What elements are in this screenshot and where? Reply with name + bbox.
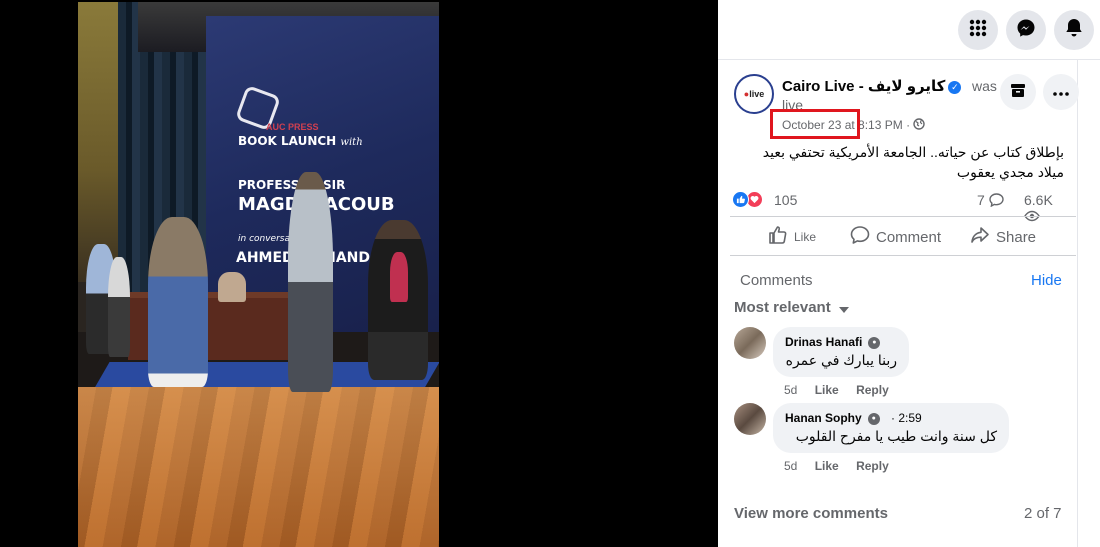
notifications-bell-icon [1065,18,1083,43]
top-bar [718,0,1100,60]
share-button[interactable]: Share [970,225,1036,249]
share-icon [970,225,990,249]
comments-label: Comments [740,272,813,289]
menu-grid-icon [968,18,988,43]
post-panel: ●live Cairo Live - كايرو لايف ✓ was live … [718,0,1100,547]
video-person [148,217,208,387]
messenger-icon [1016,18,1036,43]
hide-comments-link[interactable]: Hide [1031,272,1062,289]
like-button[interactable]: Like [768,225,816,248]
was-live-text: was [972,78,997,94]
comment-bubble-icon [988,193,1004,210]
comment-bubble: Drinas Hanafi ● ربنا يبارك في عمره [773,327,909,377]
notifications-button[interactable] [1054,10,1094,50]
video-person [288,172,333,392]
caret-down-icon [838,300,849,317]
commenter-avatar[interactable] [734,327,766,359]
banner-line1: BOOK LAUNCH with [238,134,363,148]
reactions-row: 105 7 6.6K [732,188,1068,222]
video-person [218,272,246,302]
like-reaction-icon[interactable] [732,191,749,208]
verified-badge-icon: ✓ [948,80,962,94]
comment-text: ربنا يبارك في عمره [785,352,897,368]
post-text: بإطلاق كتاب عن حياته.. الجامعة الأمريكية… [762,144,1064,180]
page-avatar[interactable]: ●live [734,74,774,114]
video-person [390,252,408,302]
comment-age[interactable]: 5d [784,459,797,473]
commenter-name[interactable]: Drinas Hanafi ● [785,335,897,349]
more-options-icon [1053,83,1069,101]
reaction-count[interactable]: 105 [774,192,797,208]
logo-text: AUC PRESS [266,122,319,132]
comment-meta: 5d Like Reply [784,383,903,397]
commenter-avatar[interactable] [734,403,766,435]
comment-sort-dropdown[interactable]: Most relevant [734,299,849,317]
comment-like-button[interactable]: Like [815,383,839,397]
thumbs-up-icon [768,225,788,248]
comment-meta: 5d Like Reply [784,459,903,473]
messenger-button[interactable] [1006,10,1046,50]
video-person [108,257,130,357]
panel-divider [1077,60,1078,547]
globe-icon [913,118,926,133]
comment-button[interactable]: Comment [850,225,941,249]
comment-age[interactable]: 5d [784,383,797,397]
video-player[interactable]: AUC PRESS BOOK LAUNCH with PROFESSOR SIR… [0,0,718,547]
video-frame[interactable]: AUC PRESS BOOK LAUNCH with PROFESSOR SIR… [78,2,439,547]
comment-reply-button[interactable]: Reply [856,459,889,473]
comment-video-timestamp[interactable]: · 2:59 [891,411,922,425]
commenter-name[interactable]: Hanan Sophy ● · 2:59 [785,411,997,425]
view-more-comments-link[interactable]: View more comments [734,505,888,522]
page-name[interactable]: Cairo Live - كايرو لايف ✓ [782,77,962,95]
more-options-button[interactable] [1043,74,1079,110]
save-post-button[interactable] [1000,74,1036,110]
comment-item: Drinas Hanafi ● ربنا يبارك في عمره 5d Lik… [734,327,1064,397]
highlight-annotation [770,109,860,139]
banner-line2: PROFESSOR SIR [238,178,346,192]
comment-page-count: 2 of 7 [1024,505,1062,522]
comment-item: Hanan Sophy ● · 2:59 كل سنة وانت طيب يا م… [734,403,1064,475]
fan-badge-icon: ● [868,336,881,349]
comment-reply-button[interactable]: Reply [856,383,889,397]
archive-icon [1010,82,1026,103]
comment-count[interactable]: 7 [977,192,1004,210]
fan-badge-icon: ● [867,412,880,425]
comment-like-button[interactable]: Like [815,459,839,473]
comment-bubble: Hanan Sophy ● · 2:59 كل سنة وانت طيب يا م… [773,403,1009,453]
comment-icon [850,225,870,249]
comment-text: كل سنة وانت طيب يا مفرح القلوب [795,428,997,444]
menu-button[interactable] [958,10,998,50]
post-actions: Like Comment Share [730,216,1076,256]
